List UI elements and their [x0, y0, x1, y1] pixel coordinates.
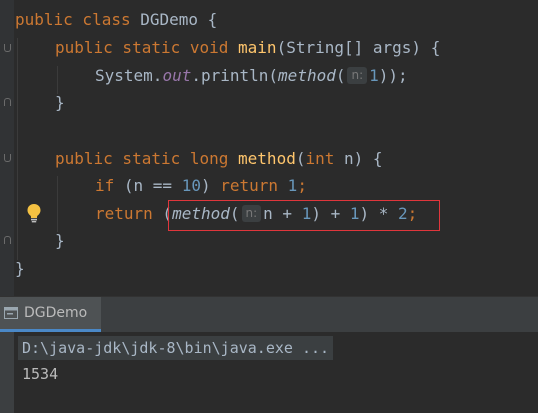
parameter-hint: n:	[347, 67, 368, 84]
code-line-class-closing-brace[interactable]: }	[15, 255, 25, 283]
code-line-closing-brace[interactable]: }	[55, 227, 65, 255]
fold-marker-icon[interactable]	[4, 44, 11, 52]
indent-guide	[57, 176, 58, 232]
indent-guide	[17, 38, 18, 260]
fold-marker-icon[interactable]	[4, 154, 11, 162]
code-line-closing-brace[interactable]: }	[55, 89, 65, 117]
console-toolbar	[0, 332, 14, 413]
console-command-line[interactable]: D:\java-jdk\jdk-8\bin\java.exe ...	[18, 336, 334, 360]
console-output: 1534	[22, 365, 59, 383]
code-editor[interactable]: public class DGDemo { public static void…	[0, 0, 538, 296]
editor-gutter	[0, 0, 14, 296]
code-line-println[interactable]: System.out.println(method(n: 1));	[95, 62, 408, 90]
fold-marker-icon[interactable]	[4, 236, 11, 244]
fold-marker-icon[interactable]	[4, 98, 11, 106]
code-line-main-decl[interactable]: public static void main(String[] args) {	[55, 34, 440, 62]
code-line-class-decl[interactable]: public class DGDemo {	[15, 6, 217, 34]
code-line-if-return[interactable]: if (n == 10) return 1;	[95, 172, 307, 200]
highlight-annotation-box	[168, 200, 440, 231]
run-tool-header: DGDemo	[0, 296, 538, 332]
run-config-icon	[4, 307, 18, 319]
tab-label: DGDemo	[24, 305, 88, 321]
tab-run-dgdemo[interactable]: DGDemo	[0, 297, 102, 332]
code-line-method-decl[interactable]: public static long method(int n) {	[55, 145, 383, 173]
lightbulb-icon[interactable]	[26, 203, 42, 223]
run-tool-window[interactable]: DGDemo D:\java-jdk\jdk-8\bin\java.exe ..…	[0, 296, 538, 413]
